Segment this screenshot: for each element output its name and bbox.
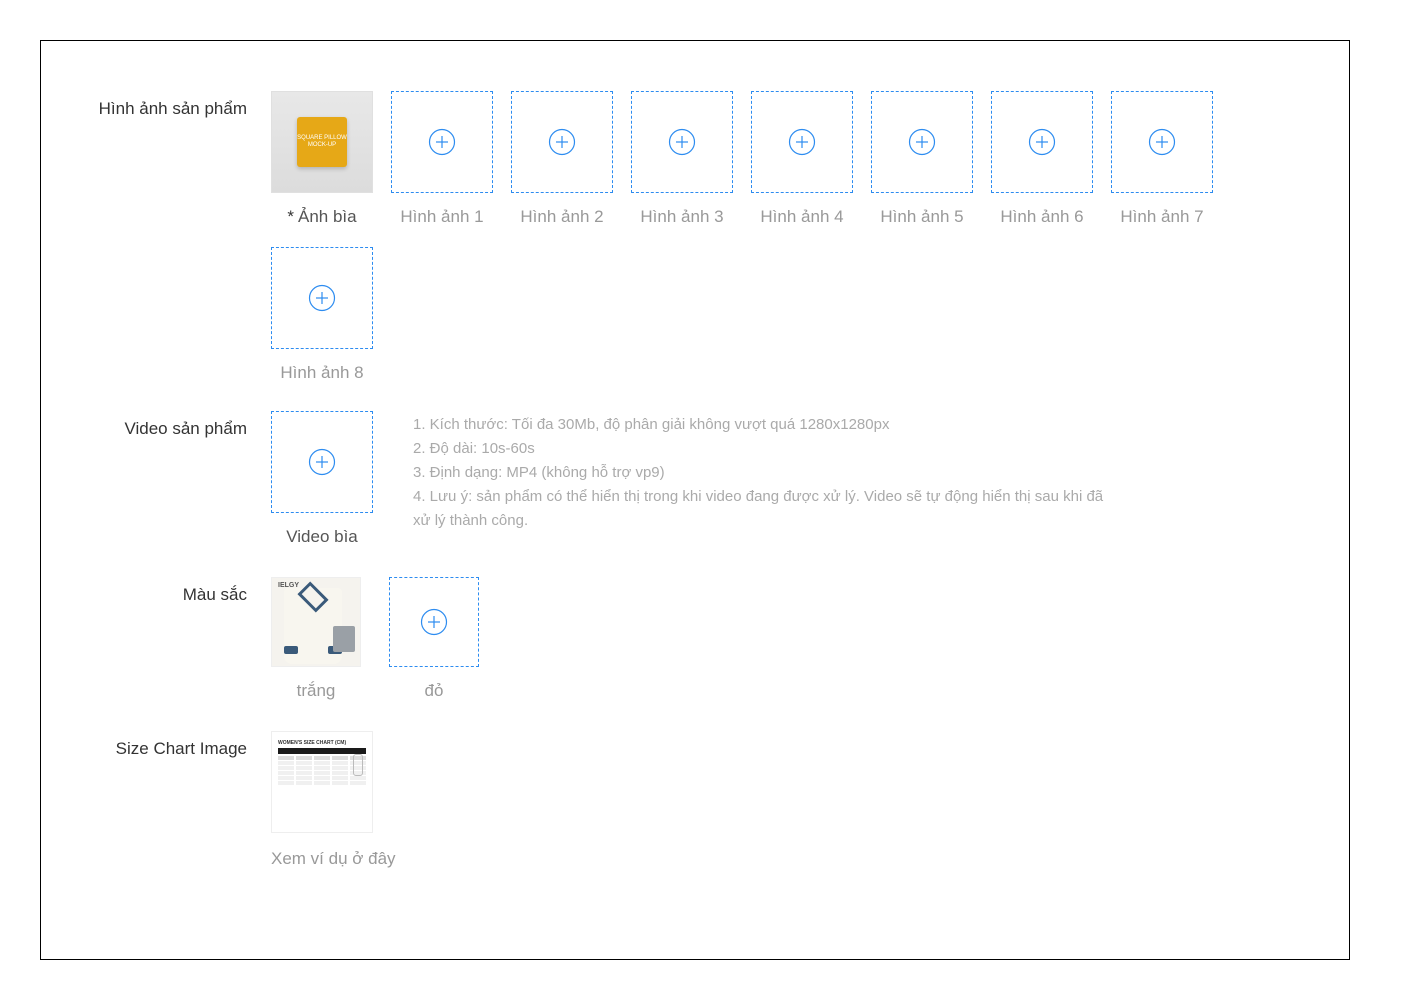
image-upload-slot-2[interactable] bbox=[511, 91, 613, 193]
color-red-upload[interactable] bbox=[389, 577, 479, 667]
plus-icon bbox=[668, 128, 696, 156]
plus-icon bbox=[428, 128, 456, 156]
color-white-tile[interactable]: IELGY bbox=[271, 577, 361, 667]
plus-icon bbox=[1148, 128, 1176, 156]
video-requirements-text: 1. Kích thước: Tối đa 30Mb, độ phân giải… bbox=[413, 411, 1113, 533]
pillow-mock-icon: SQUARE PILLOW MOCK-UP bbox=[297, 117, 347, 167]
image-upload-slot-3[interactable] bbox=[631, 91, 733, 193]
plus-icon bbox=[1028, 128, 1056, 156]
video-section-label: Video sản phẩm bbox=[71, 411, 271, 547]
image-slot-3-caption: Hình ảnh 3 bbox=[640, 207, 723, 227]
image-upload-slot-8[interactable] bbox=[271, 247, 373, 349]
size-chart-row: Size Chart Image WOMEN'S SIZE CHART (CM)… bbox=[71, 731, 1319, 869]
product-video-row: Video sản phẩm Video bìa 1. Kích thước: … bbox=[71, 411, 1319, 547]
image-slot-1-caption: Hình ảnh 1 bbox=[400, 207, 483, 227]
image-slot-2-caption: Hình ảnh 2 bbox=[520, 207, 603, 227]
plus-icon bbox=[548, 128, 576, 156]
image-upload-slot-5[interactable] bbox=[871, 91, 973, 193]
color-white-label: trắng bbox=[297, 681, 336, 701]
color-red-label: đỏ bbox=[425, 681, 444, 701]
image-upload-slot-6[interactable] bbox=[991, 91, 1093, 193]
product-media-panel: Hình ảnh sản phẩm SQUARE PILLOW MOCK-UP … bbox=[40, 40, 1350, 960]
color-section-label: Màu sắc bbox=[71, 577, 271, 701]
image-slot-7-caption: Hình ảnh 7 bbox=[1120, 207, 1203, 227]
plus-icon bbox=[908, 128, 936, 156]
image-slot-5-caption: Hình ảnh 5 bbox=[880, 207, 963, 227]
images-section-label: Hình ảnh sản phẩm bbox=[71, 91, 271, 383]
plus-icon bbox=[420, 608, 448, 636]
plus-icon bbox=[308, 448, 336, 476]
cover-image-tile[interactable]: SQUARE PILLOW MOCK-UP bbox=[271, 91, 373, 193]
image-slot-8-caption: Hình ảnh 8 bbox=[280, 363, 363, 383]
video-upload-slot[interactable] bbox=[271, 411, 373, 513]
video-slot-caption: Video bìa bbox=[286, 527, 358, 547]
size-chart-inner-title: WOMEN'S SIZE CHART (CM) bbox=[278, 740, 366, 746]
cover-image-caption: *Ảnh bìa bbox=[287, 207, 356, 227]
size-chart-section-label: Size Chart Image bbox=[71, 731, 271, 869]
image-slot-4-caption: Hình ảnh 4 bbox=[760, 207, 843, 227]
figure-icon bbox=[350, 754, 366, 776]
color-row: Màu sắc IELGY trắng bbox=[71, 577, 1319, 701]
size-chart-example-link[interactable]: Xem ví dụ ở đây bbox=[271, 849, 396, 869]
image-upload-slot-1[interactable] bbox=[391, 91, 493, 193]
image-slot-6-caption: Hình ảnh 6 bbox=[1000, 207, 1083, 227]
image-upload-slot-7[interactable] bbox=[1111, 91, 1213, 193]
image-upload-slot-4[interactable] bbox=[751, 91, 853, 193]
size-chart-example-tile[interactable]: WOMEN'S SIZE CHART (CM) bbox=[271, 731, 373, 833]
product-images-row: Hình ảnh sản phẩm SQUARE PILLOW MOCK-UP … bbox=[71, 91, 1319, 383]
cover-image-thumbnail: SQUARE PILLOW MOCK-UP bbox=[272, 92, 372, 192]
plus-icon bbox=[308, 284, 336, 312]
plus-icon bbox=[788, 128, 816, 156]
